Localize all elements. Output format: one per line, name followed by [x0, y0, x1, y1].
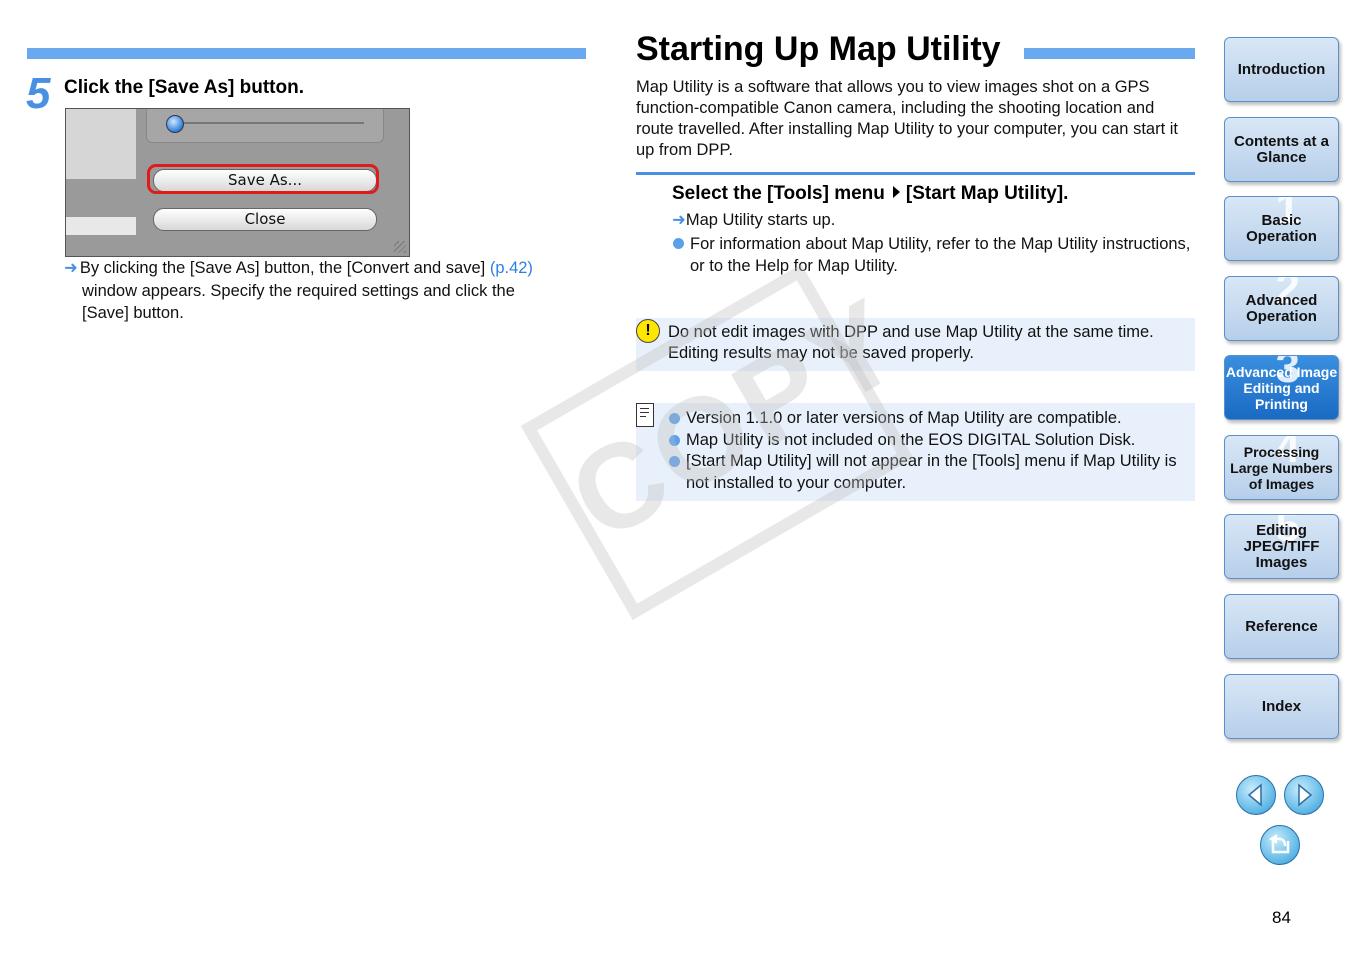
dialog-screenshot: Save As... Close — [65, 108, 410, 257]
section-divider — [636, 172, 1195, 175]
step-number: 5 — [26, 69, 51, 118]
sidebar-item-introduction[interactable]: Introduction — [1224, 37, 1339, 102]
header-rule-left — [27, 48, 586, 59]
result-arrow-icon: ➜ — [64, 259, 78, 277]
sidebar-item-index[interactable]: Index — [1224, 674, 1339, 739]
sidebar-item-label: Processing Large Numbers of Images — [1230, 443, 1333, 492]
title-rule — [1024, 48, 1195, 59]
return-icon[interactable] — [1260, 825, 1300, 865]
sidebar-item-label: Contents at a Glance — [1233, 132, 1329, 166]
highlight-ring — [147, 164, 379, 194]
sidebar-item-contents[interactable]: Contents at a Glance — [1224, 117, 1339, 182]
instruction-title-text: [Start Map Utility]. — [905, 183, 1069, 204]
sidebar-item-label: Introduction — [1237, 60, 1326, 78]
sidebar-item-label: Reference — [1245, 617, 1318, 635]
bullet-icon — [673, 238, 684, 249]
sidebar-item-label: Basic Operation — [1246, 211, 1317, 245]
sidebar-item-label: Advanced Operation — [1245, 291, 1318, 325]
sidebar-item-reference[interactable]: Reference — [1224, 594, 1339, 659]
page-link[interactable]: (p.42) — [490, 259, 533, 277]
page-title: Starting Up Map Utility — [636, 30, 1001, 68]
sidebar-item-basic-operation[interactable]: 1 Basic Operation — [1224, 196, 1339, 261]
step-result: ➜ By clicking the [Save As] button, the [… — [64, 257, 584, 325]
sidebar-item-editing-jpeg-tiff[interactable]: 5 Editing JPEG/TIFF Images — [1224, 514, 1339, 579]
sidebar-item-label: Advanced Image Editing and Printing — [1225, 363, 1338, 412]
resize-grip-icon — [394, 241, 406, 253]
slider-knob — [166, 115, 184, 133]
step-title: Click the [Save As] button. — [64, 77, 304, 98]
triangle-right-icon — [892, 186, 900, 198]
intro-paragraph: Map Utility is a software that allows yo… — [636, 78, 1178, 159]
instruction-title: Select the [Tools] menu [Start Map Utilit… — [672, 183, 1068, 205]
page-number: 84 — [1272, 908, 1291, 927]
screenshot-panel — [66, 217, 136, 235]
result-arrow-icon: ➜ — [672, 211, 686, 229]
instruction-result: ➜Map Utility starts up. — [672, 209, 835, 231]
result-text: [Save] button. — [82, 304, 184, 322]
instruction-note-text: For information about Map Utility, refer… — [690, 235, 1191, 275]
sidebar-item-advanced-image-editing[interactable]: 3 Advanced Image Editing and Printing — [1224, 355, 1339, 420]
previous-page-icon[interactable] — [1236, 775, 1276, 815]
instruction-result-text: Map Utility starts up. — [685, 211, 836, 229]
next-page-icon[interactable] — [1284, 775, 1324, 815]
result-text: window appears. Specify the required set… — [82, 281, 515, 300]
sidebar-item-label: Index — [1261, 697, 1302, 715]
sidebar-item-label: Editing JPEG/TIFF Images — [1243, 521, 1320, 571]
close-button: Close — [153, 208, 377, 231]
screenshot-panel — [66, 109, 136, 179]
sidebar-item-processing[interactable]: 4 Processing Large Numbers of Images — [1224, 435, 1339, 500]
slider-track — [176, 122, 364, 124]
instruction-note: For information about Map Utility, refer… — [672, 233, 1192, 277]
instruction-title-text: Select the [Tools] menu — [672, 183, 885, 204]
result-text: By clicking the [Save As] button, the [C… — [79, 259, 486, 277]
caution-icon: ! — [636, 319, 660, 343]
sidebar-item-advanced-operation[interactable]: 2 Advanced Operation — [1224, 276, 1339, 341]
